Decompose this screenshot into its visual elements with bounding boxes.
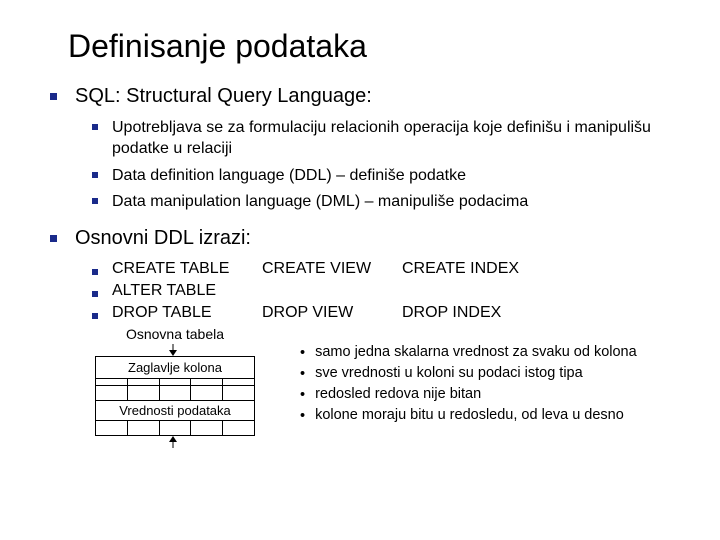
square-bullet-icon xyxy=(92,313,98,319)
square-bullet-icon xyxy=(92,269,98,275)
diagram-body-row xyxy=(96,421,254,435)
note-0: • samo jedna skalarna vrednost za svaku o… xyxy=(300,344,637,363)
diagram-title: Osnovna tabela xyxy=(90,326,260,342)
diagram-body-row xyxy=(96,386,254,400)
square-bullet-icon xyxy=(92,172,98,178)
diagram-table: Zaglavlje kolona Vrednosti podataka xyxy=(95,356,255,436)
bullet-dot-icon: • xyxy=(300,344,305,363)
diagram-header-cells xyxy=(96,379,254,386)
ddl-text-0-1: CREATE VIEW xyxy=(262,260,371,278)
ddl-text-0-2: CREATE INDEX xyxy=(402,260,519,278)
note-3-text: kolone moraju bitu u redosledu, od leva … xyxy=(315,407,624,423)
bullet-dot-icon: • xyxy=(300,386,305,405)
square-bullet-icon xyxy=(92,124,98,130)
bullet-dot-icon: • xyxy=(300,407,305,426)
square-bullet-icon xyxy=(50,93,57,100)
sql-sub-2-text: Data manipulation language (DML) – manip… xyxy=(112,192,528,213)
bullet-sql-label: SQL: Structural Query Language: xyxy=(75,85,372,108)
square-bullet-icon xyxy=(50,235,57,242)
ddl-cell-0-0: CREATE TABLE xyxy=(92,260,262,278)
ddl-cell-2-2: DROP INDEX xyxy=(402,304,542,322)
ddl-text-1-0: ALTER TABLE xyxy=(112,282,216,300)
ddl-text-0-0: CREATE TABLE xyxy=(112,260,229,278)
notes-list: • samo jedna skalarna vrednost za svaku o… xyxy=(300,344,637,448)
note-2: • redosled redova nije bitan xyxy=(300,386,637,405)
ddl-cell-2-0: DROP TABLE xyxy=(92,304,262,322)
ddl-cell-0-1: CREATE VIEW xyxy=(262,260,402,278)
note-1-text: sve vrednosti u koloni su podaci istog t… xyxy=(315,365,583,381)
ddl-text-2-0: DROP TABLE xyxy=(112,304,212,322)
square-bullet-icon xyxy=(92,198,98,204)
ddl-cell-0-2: CREATE INDEX xyxy=(402,260,542,278)
diagram-header-label: Zaglavlje kolona xyxy=(96,357,254,379)
ddl-cell-1-0: ALTER TABLE xyxy=(92,282,262,300)
note-2-text: redosled redova nije bitan xyxy=(315,386,481,402)
diagram-bottom-arrow xyxy=(95,438,255,448)
bottom-row: Osnovna tabela Zaglavlje kolona Vrednost… xyxy=(50,326,690,448)
note-0-text: samo jedna skalarna vrednost za svaku od… xyxy=(315,344,637,360)
diagram-body-label: Vrednosti podataka xyxy=(96,400,254,421)
slide-title: Definisanje podataka xyxy=(68,28,690,65)
ddl-text-2-1: DROP VIEW xyxy=(262,304,353,322)
sql-sub-0: Upotrebljava se za formulaciju relacioni… xyxy=(92,118,690,160)
bullet-sql: SQL: Structural Query Language: xyxy=(50,85,690,108)
sql-sub-0-text: Upotrebljava se za formulaciju relacioni… xyxy=(112,118,690,160)
table-diagram: Osnovna tabela Zaglavlje kolona Vrednost… xyxy=(90,326,260,448)
sql-sub-1-text: Data definition language (DDL) – definiš… xyxy=(112,166,466,187)
ddl-grid: CREATE TABLE CREATE VIEW CREATE INDEX AL… xyxy=(92,260,690,322)
square-bullet-icon xyxy=(92,291,98,297)
note-3: • kolone moraju bitu u redosledu, od leva… xyxy=(300,407,637,426)
ddl-text-2-2: DROP INDEX xyxy=(402,304,501,322)
sql-sub-2: Data manipulation language (DML) – manip… xyxy=(92,192,690,213)
sql-sub-1: Data definition language (DDL) – definiš… xyxy=(92,166,690,187)
note-1: • sve vrednosti u koloni su podaci istog … xyxy=(300,365,637,384)
diagram-top-arrow xyxy=(95,346,255,356)
bullet-ddl-label: Osnovni DDL izrazi: xyxy=(75,227,251,250)
bullet-ddl: Osnovni DDL izrazi: xyxy=(50,227,690,250)
bullet-dot-icon: • xyxy=(300,365,305,384)
ddl-cell-2-1: DROP VIEW xyxy=(262,304,402,322)
sql-subitems: Upotrebljava se za formulaciju relacioni… xyxy=(92,118,690,213)
